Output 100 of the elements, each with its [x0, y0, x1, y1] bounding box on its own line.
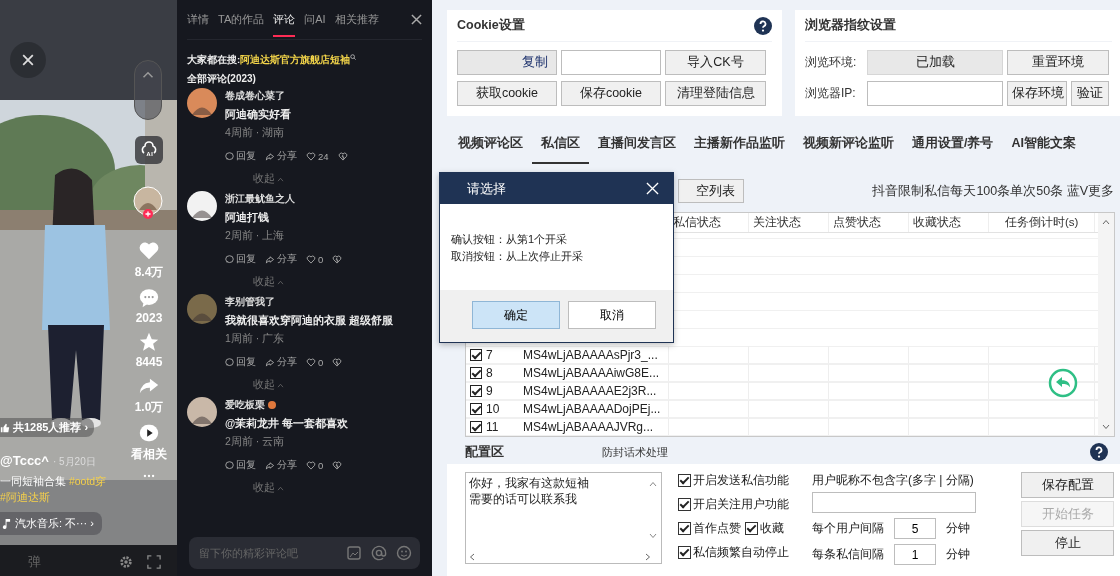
- avatar-icon[interactable]: [187, 397, 217, 427]
- dialog-button[interactable]: 取消: [568, 301, 656, 329]
- dislike-icon[interactable]: [332, 461, 343, 470]
- reply-button[interactable]: 回复: [225, 253, 256, 266]
- heart-icon[interactable]: [306, 152, 316, 161]
- comment-icon[interactable]: [225, 152, 234, 161]
- heart-icon[interactable]: [306, 358, 316, 367]
- option-checkbox[interactable]: 收藏: [745, 520, 784, 537]
- share-button[interactable]: 分享: [265, 150, 297, 163]
- cookie-action-button[interactable]: 保存cookie: [561, 81, 661, 106]
- reply-button[interactable]: 回复: [225, 459, 256, 472]
- collapse-link[interactable]: 收起: [253, 478, 422, 498]
- like-button[interactable]: 0: [306, 357, 324, 368]
- share-icon[interactable]: [265, 461, 275, 470]
- dislike-icon[interactable]: [332, 255, 343, 264]
- row-checkbox[interactable]: [470, 420, 482, 433]
- row-checkbox[interactable]: [470, 366, 482, 379]
- share-button[interactable]: 分享: [265, 253, 297, 266]
- interval-field[interactable]: 1: [894, 544, 936, 565]
- comment-icon[interactable]: [225, 358, 234, 367]
- cookie-action-button[interactable]: 获取cookie: [457, 81, 557, 106]
- share-icon[interactable]: [265, 255, 275, 264]
- like-button[interactable]: 0: [306, 254, 324, 265]
- panel-tab[interactable]: TA的作品: [218, 2, 265, 37]
- emoji-icon[interactable]: [396, 545, 412, 561]
- nickname-field[interactable]: [812, 492, 976, 513]
- search-icon[interactable]: [350, 54, 357, 60]
- like-button[interactable]: 24: [306, 151, 329, 162]
- collapse-link[interactable]: 收起: [253, 169, 422, 189]
- message-textarea[interactable]: 你好，我家有这款短袖 需要的话可以联系我: [465, 472, 662, 564]
- import-button[interactable]: 导入CK号: [665, 50, 766, 75]
- heart-icon[interactable]: [306, 255, 316, 264]
- tab[interactable]: AI智能文案: [1002, 129, 1085, 164]
- ip-field[interactable]: [867, 81, 1003, 106]
- like-button[interactable]: 0: [306, 460, 324, 471]
- tab[interactable]: 直播间发言区: [589, 129, 685, 164]
- avatar-icon[interactable]: [187, 88, 217, 118]
- option-checkbox[interactable]: 开启发送私信功能: [678, 472, 789, 489]
- save-environment-button[interactable]: 保存环境: [1007, 81, 1067, 106]
- panel-tab[interactable]: 详情: [187, 2, 209, 37]
- ai-icon[interactable]: [135, 136, 163, 164]
- commenter-name[interactable]: 卷成卷心菜了: [225, 89, 285, 103]
- tab[interactable]: 通用设置/养号: [903, 129, 1003, 164]
- commenter-name[interactable]: 浙江最鱿鱼之人: [225, 192, 295, 206]
- comment-icon[interactable]: [225, 461, 234, 470]
- tab[interactable]: 视频新评论监听: [794, 129, 903, 164]
- panel-tab[interactable]: 评论: [273, 2, 296, 37]
- tab[interactable]: 私信区: [532, 129, 589, 164]
- scroll-left-icon[interactable]: [469, 553, 475, 561]
- settings-icon[interactable]: [119, 555, 133, 569]
- scroll-up-icon[interactable]: [649, 481, 657, 487]
- music-chip[interactable]: 汽水音乐: 不··· ›: [0, 512, 102, 535]
- image-icon[interactable]: [346, 545, 362, 561]
- row-checkbox[interactable]: [470, 348, 482, 361]
- option-checkbox[interactable]: 开启关注用户功能: [678, 496, 789, 513]
- chevron-up-icon[interactable]: [142, 71, 154, 79]
- scroll-down-icon[interactable]: [1102, 424, 1110, 430]
- share-icon[interactable]: [265, 358, 275, 367]
- comment-icon[interactable]: [225, 255, 234, 264]
- scroll-right-icon[interactable]: [645, 553, 651, 561]
- interval-field[interactable]: 5: [894, 518, 936, 539]
- previous-button[interactable]: [134, 60, 162, 120]
- share-button[interactable]: 分享: [265, 459, 297, 472]
- clear-list-button[interactable]: 空列表: [678, 179, 744, 203]
- verify-button[interactable]: 验证: [1071, 81, 1109, 106]
- copy-button[interactable]: 复制: [457, 50, 557, 75]
- fullscreen-icon[interactable]: [147, 555, 161, 569]
- heart-icon[interactable]: [306, 461, 316, 470]
- cookie-field[interactable]: [561, 50, 661, 75]
- commenter-name[interactable]: 爱吃板栗: [225, 398, 265, 412]
- row-checkbox[interactable]: [470, 402, 482, 415]
- reset-environment-button[interactable]: 重置环境: [1007, 50, 1109, 75]
- dislike-icon[interactable]: [337, 152, 348, 161]
- panel-tab[interactable]: 问AI: [304, 2, 326, 37]
- scroll-down-icon[interactable]: [649, 533, 657, 539]
- help-icon[interactable]: [1090, 443, 1108, 461]
- share-icon[interactable]: [265, 152, 275, 161]
- task-button[interactable]: 保存配置: [1021, 472, 1114, 498]
- option-checkbox[interactable]: 私信频繁自动停止: [678, 544, 789, 561]
- collapse-link[interactable]: 收起: [253, 375, 422, 395]
- commenter-name[interactable]: 李别管我了: [225, 295, 275, 309]
- share-button[interactable]: 分享: [265, 356, 297, 369]
- reply-button[interactable]: 回复: [225, 356, 256, 369]
- reply-button[interactable]: 回复: [225, 150, 256, 163]
- collapse-link[interactable]: 收起: [253, 272, 422, 292]
- star-icon[interactable]: [138, 331, 160, 353]
- scroll-up-icon[interactable]: [1102, 219, 1110, 225]
- row-checkbox[interactable]: [470, 384, 482, 397]
- avatar-icon[interactable]: [187, 191, 217, 221]
- tab[interactable]: 主播新作品监听: [685, 129, 794, 164]
- dialog-button[interactable]: 确定: [472, 301, 560, 329]
- cookie-action-button[interactable]: 清理登陆信息: [665, 81, 766, 106]
- close-icon[interactable]: [20, 52, 36, 68]
- scrollbar[interactable]: [1098, 213, 1114, 436]
- mention-icon[interactable]: [371, 545, 387, 561]
- dislike-icon[interactable]: [332, 358, 343, 367]
- panel-tab[interactable]: 相关推荐: [334, 2, 379, 37]
- help-icon[interactable]: [754, 16, 772, 35]
- close-icon[interactable]: [411, 14, 422, 25]
- task-button[interactable]: 停止: [1021, 530, 1114, 556]
